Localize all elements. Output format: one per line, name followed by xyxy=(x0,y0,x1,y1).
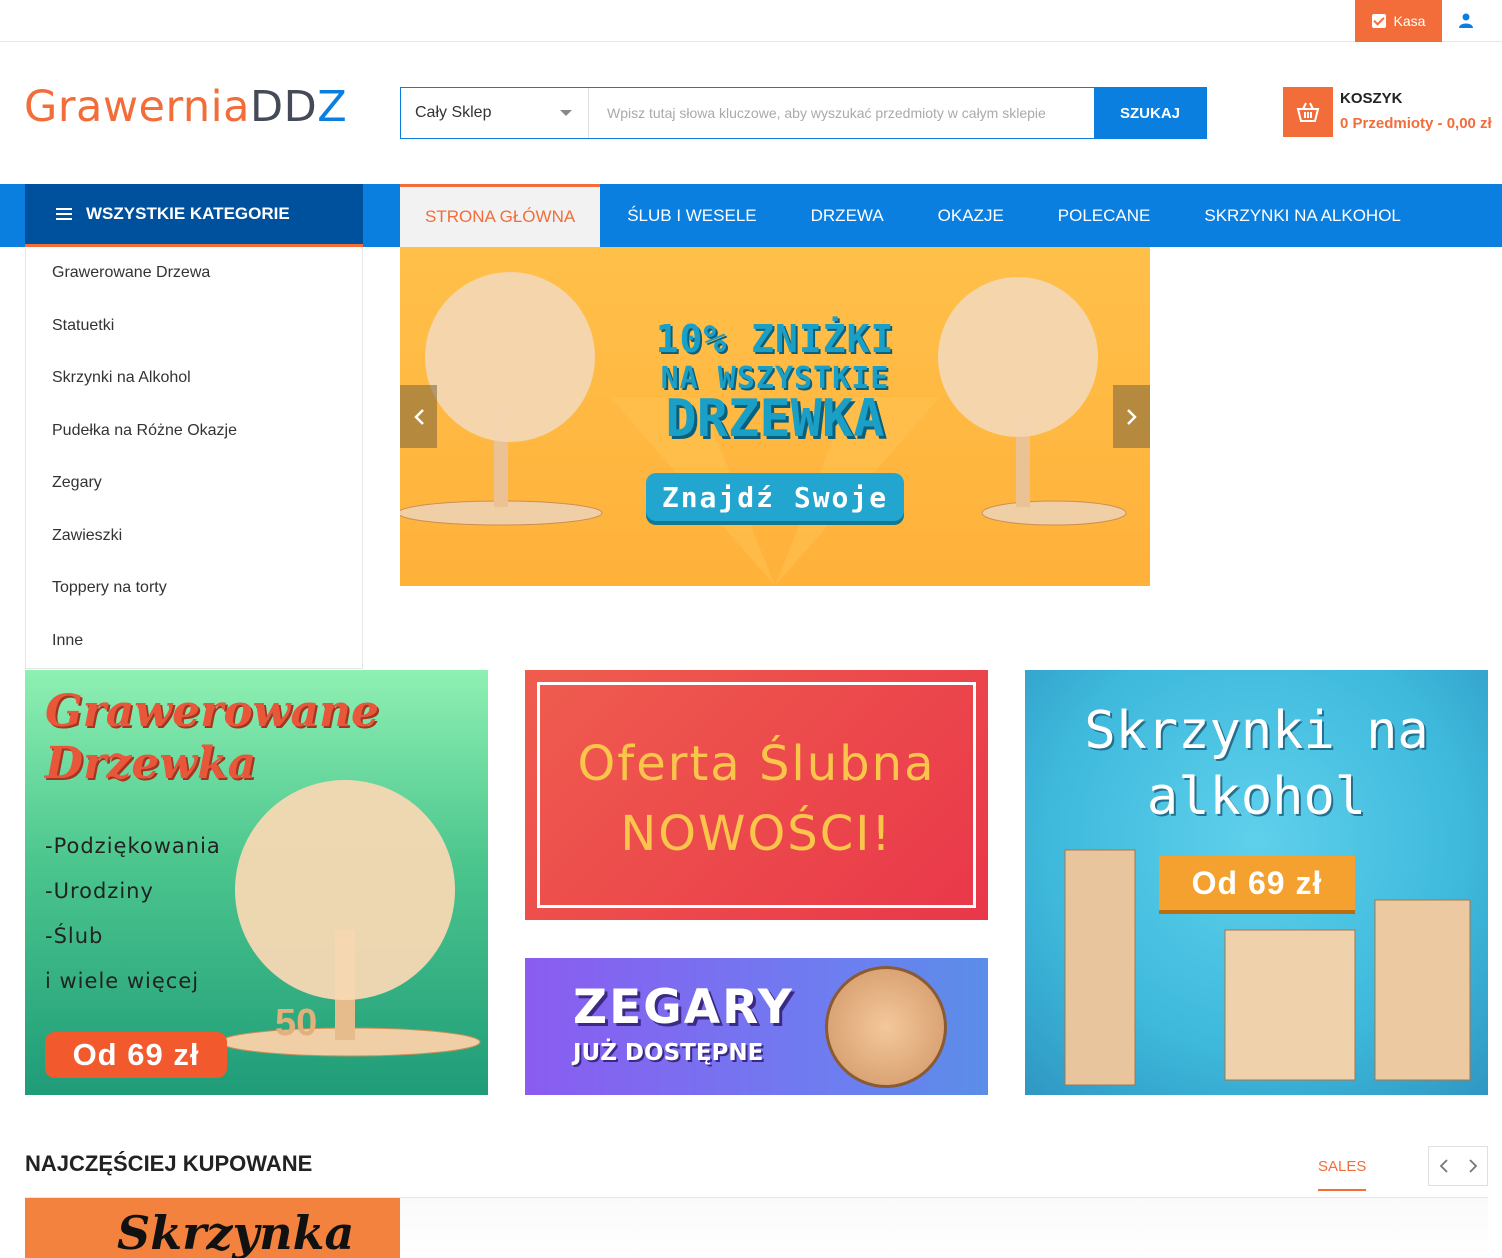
all-categories-button[interactable]: WSZYSTKIE KATEGORIE xyxy=(25,184,363,247)
tab-recommended[interactable]: POLECANE xyxy=(1031,184,1178,247)
chevron-left-icon xyxy=(413,408,424,425)
hero-line-3: DRZEWKA xyxy=(665,389,885,449)
nav-tabs: STRONA GŁÓWNA ŚLUB I WESELE DRZEWA OKAZJ… xyxy=(400,184,1428,247)
user-account-button[interactable] xyxy=(1448,0,1484,42)
trees-banner-item: -Ślub xyxy=(45,924,104,948)
trees-banner-item: -Urodziny xyxy=(45,879,154,903)
category-statuettes[interactable]: Statuetki xyxy=(26,300,362,353)
tree-illustration: 50 xyxy=(219,780,481,1057)
banner-alcohol-boxes[interactable]: Skrzynki na alkohol Od 69 zł xyxy=(1025,670,1488,1095)
basket-icon xyxy=(1296,102,1320,122)
banner-engraved-trees[interactable]: 50 Grawerowane Drzewka -Podziękowania -U… xyxy=(25,670,488,1095)
category-alcohol-boxes[interactable]: Skrzynki na Alkohol xyxy=(26,352,362,405)
search-button[interactable]: SZUKAJ xyxy=(1094,88,1206,138)
product-card[interactable] xyxy=(400,1198,1488,1258)
category-cake-toppers[interactable]: Toppery na torty xyxy=(26,562,362,615)
carousel-prev-button[interactable] xyxy=(1429,1147,1458,1185)
section-title: NAJCZĘŚCIEJ KUPOWANE xyxy=(25,1151,313,1176)
category-occasion-boxes[interactable]: Pudełka na Różne Okazje xyxy=(26,405,362,458)
category-sidebar: Grawerowane Drzewa Statuetki Skrzynki na… xyxy=(25,247,363,669)
carousel-next-button[interactable] xyxy=(1458,1147,1487,1185)
slider-prev-button[interactable] xyxy=(400,385,437,448)
banner-frame xyxy=(537,682,976,908)
search-category-label: Cały Sklep xyxy=(415,104,492,121)
clocks-banner-line-2: JUŻ DOSTĘPNE xyxy=(573,1040,764,1066)
slider-next-button[interactable] xyxy=(1113,385,1150,448)
category-clocks[interactable]: Zegary xyxy=(26,457,362,510)
user-icon xyxy=(1459,13,1473,28)
search-category-select[interactable]: Cały Sklep xyxy=(401,88,589,138)
wooden-boxes-illustration xyxy=(1064,849,1471,1086)
banner-wedding-offer[interactable]: Oferta Ślubna NOWOŚCI! xyxy=(525,670,988,920)
chevron-right-icon xyxy=(1468,1159,1477,1173)
trees-banner-title-2: Drzewka xyxy=(45,738,257,789)
checkbox-icon xyxy=(1371,14,1386,28)
banner-clocks[interactable]: ZEGARY JUŻ DOSTĘPNE xyxy=(525,958,988,1095)
hero-cta-button[interactable]: Znajdź Swoje xyxy=(646,473,904,521)
caret-down-icon xyxy=(560,110,572,116)
tab-trees[interactable]: DRZEWA xyxy=(784,184,911,247)
checkout-label: Kasa xyxy=(1393,13,1426,29)
hero-slider[interactable]: 10% ZNIŻKI NA WSZYSTKIE DRZEWKA Znajdź S… xyxy=(400,247,1150,586)
cart-button[interactable] xyxy=(1283,87,1333,137)
search-input[interactable] xyxy=(589,88,1094,138)
chevron-right-icon xyxy=(1126,408,1137,425)
svg-text:50: 50 xyxy=(275,1002,317,1044)
hamburger-icon xyxy=(56,208,72,220)
search-bar: Cały Sklep SZUKAJ xyxy=(400,87,1207,139)
logo-part-3: Z xyxy=(317,82,348,132)
product-image-text: Skrzynka xyxy=(117,1206,355,1258)
trees-banner-title-1: Grawerowane xyxy=(45,686,380,737)
top-bar: Kasa xyxy=(0,0,1502,42)
hero-line-1: 10% ZNIŻKI xyxy=(655,317,895,361)
logo-part-2: DD xyxy=(249,82,318,132)
chevron-left-icon xyxy=(1439,1159,1448,1173)
trees-banner-item: i wiele więcej xyxy=(45,969,200,993)
tab-alcohol-boxes[interactable]: SKRZYNKI NA ALKOHOL xyxy=(1177,184,1428,247)
carousel-pager xyxy=(1428,1146,1488,1186)
category-other[interactable]: Inne xyxy=(26,615,362,668)
checkout-button[interactable]: Kasa xyxy=(1355,0,1442,42)
tab-wedding[interactable]: ŚLUB I WESELE xyxy=(600,184,783,247)
logo-part-1: Grawernia xyxy=(24,82,250,132)
boxes-banner-line-2: alkohol xyxy=(1146,767,1367,827)
tab-home[interactable]: STRONA GŁÓWNA xyxy=(400,184,601,247)
trees-banner-price: Od 69 zł xyxy=(45,1032,227,1078)
cart-summary[interactable]: 0 Przedmioty - 0,00 zł xyxy=(1340,115,1492,132)
clock-icon xyxy=(825,966,947,1088)
wedding-banner-line-2: NOWOŚCI! xyxy=(620,806,893,862)
clocks-banner-line-1: ZEGARY xyxy=(573,980,794,1035)
wedding-banner-line-1: Oferta Ślubna xyxy=(577,736,936,792)
cart-title: KOSZYK xyxy=(1340,90,1403,107)
trees-banner-item: -Podziękowania xyxy=(45,834,221,858)
tab-occasions[interactable]: OKAZJE xyxy=(911,184,1031,247)
tab-sales[interactable]: SALES xyxy=(1318,1158,1367,1191)
product-card[interactable]: Skrzynka xyxy=(25,1198,400,1258)
boxes-banner-line-1: Skrzynki na xyxy=(1084,701,1429,761)
category-pendants[interactable]: Zawieszki xyxy=(26,510,362,563)
category-engraved-trees[interactable]: Grawerowane Drzewa xyxy=(26,247,362,300)
site-logo[interactable]: GrawerniaDDZ xyxy=(24,82,347,132)
all-categories-label: WSZYSTKIE KATEGORIE xyxy=(86,204,290,223)
